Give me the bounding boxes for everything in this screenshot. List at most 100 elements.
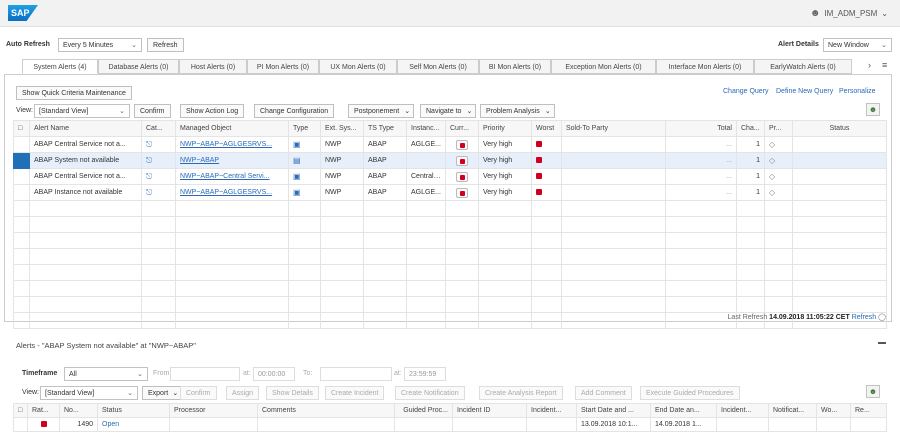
select-all-icon[interactable]: □ [13, 120, 30, 137]
column-header[interactable]: Start Date and ... [576, 403, 651, 418]
column-header[interactable]: Cat... [141, 120, 176, 137]
to-time-input[interactable]: 23:59:59 [404, 367, 446, 381]
column-header[interactable]: Status [97, 403, 170, 418]
to-date-input[interactable] [320, 367, 392, 381]
add-comment-button[interactable]: Add Comment [575, 386, 632, 400]
create-notification-button[interactable]: Create Notification [395, 386, 465, 400]
row-selector[interactable] [13, 136, 30, 153]
column-header[interactable]: Total [665, 120, 737, 137]
define-new-query-link[interactable]: Define New Query [776, 88, 833, 95]
tab-interface-mon-alerts[interactable]: Interface Mon Alerts (0) [656, 59, 754, 74]
column-header[interactable]: End Date an... [650, 403, 717, 418]
column-header[interactable]: Ext. Sys... [320, 120, 364, 137]
managed-object-link[interactable]: NWP~ABAP~Central Servi... [175, 168, 289, 185]
tab-host-alerts[interactable]: Host Alerts (0) [179, 59, 247, 74]
row-selector[interactable] [13, 417, 28, 432]
show-details-button[interactable]: Show Details [266, 386, 319, 400]
assign-button[interactable]: Assign [226, 386, 260, 400]
refresh-icon[interactable]: ◯ [878, 314, 886, 321]
column-header[interactable]: Cha... [736, 120, 765, 137]
column-header[interactable]: Priority [478, 120, 532, 137]
column-header[interactable]: Comments [257, 403, 395, 418]
show-quick-criteria-button[interactable]: Show Quick Criteria Maintenance [16, 86, 132, 100]
column-header[interactable]: Managed Object [175, 120, 289, 137]
user-menu[interactable]: ☻ IM_ADM_PSM ⌄ [810, 8, 888, 19]
change-configuration-button[interactable]: Change Configuration [254, 104, 335, 118]
alert-name-cell: ABAP Central Service not a... [29, 168, 142, 185]
work-cell [816, 417, 851, 432]
tabs-scroll-right-icon[interactable]: › [868, 60, 871, 70]
red-alert-icon [536, 157, 542, 164]
details-view-select[interactable]: [Standard View] ⌄ [40, 386, 138, 400]
confirm-button[interactable]: Confirm [134, 104, 171, 118]
tab-system-alerts[interactable]: System Alerts (4) [22, 59, 98, 74]
column-header[interactable]: Curr... [445, 120, 479, 137]
details-person-settings-icon[interactable]: ☻ [866, 385, 880, 398]
column-header[interactable]: Status [792, 120, 887, 137]
minimize-icon[interactable] [878, 342, 886, 344]
details-select-all-icon[interactable]: □ [13, 403, 28, 418]
column-header[interactable]: Guided Proc... [394, 403, 453, 418]
tab-self-mon-alerts[interactable]: Self Mon Alerts (0) [397, 59, 479, 74]
refresh-link[interactable]: Refresh [852, 314, 877, 321]
column-header[interactable]: TS Type [363, 120, 407, 137]
show-action-log-button[interactable]: Show Action Log [180, 104, 245, 118]
column-header[interactable]: Notificat... [768, 403, 817, 418]
alert-details-select[interactable]: New Window ⌄ [823, 38, 892, 52]
column-header[interactable]: Sold-To Party [561, 120, 666, 137]
change-query-link[interactable]: Change Query [723, 88, 769, 95]
from-time-input[interactable]: 00:00:00 [253, 367, 295, 381]
tab-bi-mon-alerts[interactable]: BI Mon Alerts (0) [479, 59, 551, 74]
from-date-input[interactable] [170, 367, 240, 381]
problem-analysis-button[interactable]: Problem Analysis ⌄ [480, 104, 555, 118]
table-row[interactable]: ABAP Central Service not a... ⎋ NWP~ABAP… [13, 168, 887, 185]
tab-earlywatch-alerts[interactable]: EarlyWatch Alerts (0) [754, 59, 852, 74]
auto-refresh-select[interactable]: Every 5 Minutes ⌄ [58, 38, 142, 52]
row-selector[interactable] [13, 152, 30, 169]
timeframe-value: All [69, 371, 77, 378]
table-row[interactable]: ABAP Central Service not a... ⎋ NWP~ABAP… [13, 136, 887, 153]
row-selector[interactable] [13, 168, 30, 185]
tab-pi-mon-alerts[interactable]: PI Mon Alerts (0) [247, 59, 319, 74]
row-selector[interactable] [13, 184, 30, 201]
column-header[interactable]: Instanc... [406, 120, 446, 137]
column-header[interactable]: Worst [531, 120, 562, 137]
column-header[interactable]: Incident... [526, 403, 577, 418]
execute-guided-procedures-button[interactable]: Execute Guided Procedures [640, 386, 740, 400]
column-header[interactable]: Re... [850, 403, 887, 418]
alert-details-label: Alert Details [778, 41, 819, 48]
personalize-link[interactable]: Personalize [839, 88, 876, 95]
person-settings-icon[interactable]: ☻ [866, 103, 880, 116]
tab-ux-mon-alerts[interactable]: UX Mon Alerts (0) [319, 59, 397, 74]
column-header[interactable]: No... [59, 403, 98, 418]
timeframe-select[interactable]: All ⌄ [64, 367, 148, 381]
create-incident-button[interactable]: Create Incident [325, 386, 385, 400]
chevron-down-icon: ⌄ [131, 42, 137, 49]
column-header[interactable]: Type [288, 120, 321, 137]
column-header[interactable]: Pr... [764, 120, 793, 137]
column-header[interactable]: Wo... [816, 403, 851, 418]
from-label: From: [153, 370, 172, 377]
view-select[interactable]: [Standard View] ⌄ [34, 104, 130, 118]
table-row[interactable]: 1490 Open 13.09.2018 10:1... 14.09.2018 … [13, 417, 887, 432]
column-header[interactable]: Alert Name [29, 120, 142, 137]
alert-tabs: System Alerts (4) Database Alerts (0) Ho… [0, 59, 900, 74]
table-row[interactable]: ABAP System not available ⎋ NWP~ABAP ▤ N… [13, 152, 887, 169]
export-button[interactable]: Export ⌄ [142, 386, 182, 400]
navigate-to-button[interactable]: Navigate to ⌄ [420, 104, 477, 118]
managed-object-link[interactable]: NWP~ABAP [175, 152, 289, 169]
details-confirm-button[interactable]: Confirm [180, 386, 217, 400]
tabs-overflow-menu-icon[interactable]: ≡ [882, 60, 887, 70]
managed-object-link[interactable]: NWP~ABAP~AGLGESRVS... [175, 136, 289, 153]
auto-refresh-button[interactable]: Refresh [147, 38, 184, 52]
create-analysis-report-button[interactable]: Create Analysis Report [479, 386, 563, 400]
managed-object-link[interactable]: NWP~ABAP~AGLGESRVS... [175, 184, 289, 201]
postponement-button[interactable]: Postponement ⌄ [348, 104, 415, 118]
column-header[interactable]: Incident... [716, 403, 769, 418]
table-row[interactable]: ABAP Instance not available ⎋ NWP~ABAP~A… [13, 184, 887, 201]
tab-database-alerts[interactable]: Database Alerts (0) [98, 59, 179, 74]
column-header[interactable]: Incident ID [452, 403, 527, 418]
column-header[interactable]: Processor [169, 403, 258, 418]
column-header[interactable]: Rat... [27, 403, 60, 418]
tab-exception-mon-alerts[interactable]: Exception Mon Alerts (0) [551, 59, 656, 74]
